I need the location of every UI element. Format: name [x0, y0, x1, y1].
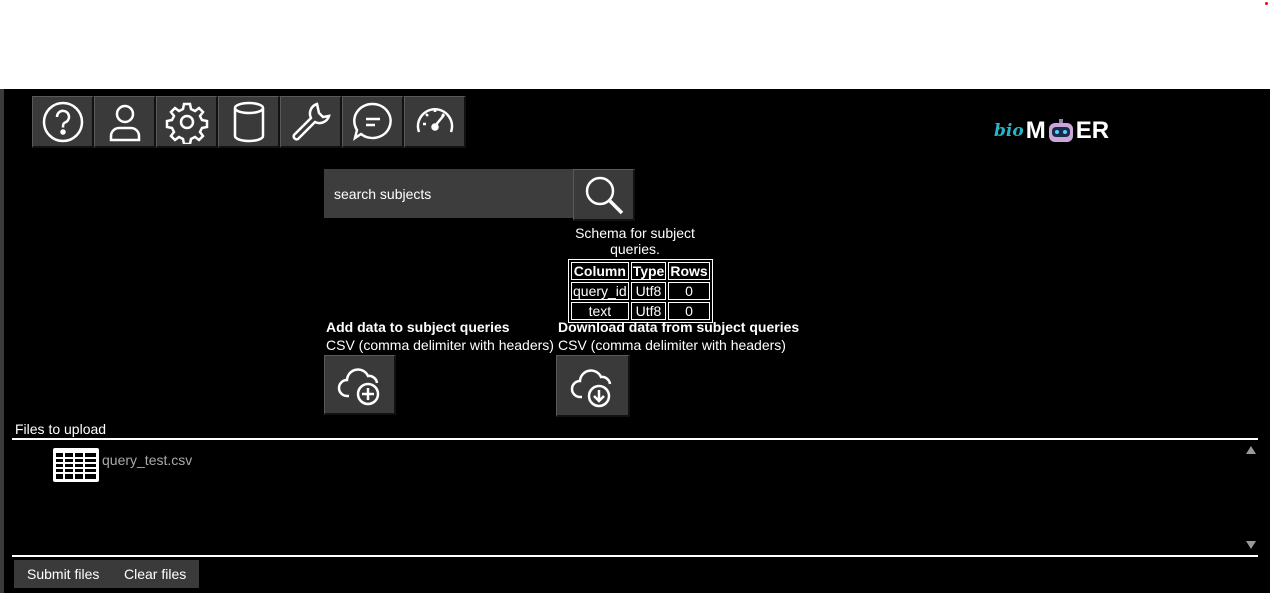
list-item[interactable]: query_test.csv [52, 447, 192, 483]
table-file-icon [53, 448, 99, 482]
gauge-icon [416, 107, 453, 132]
wrench-icon [291, 101, 331, 141]
file-list[interactable]: query_test.csv [12, 438, 1258, 557]
chat-icon [352, 102, 392, 141]
schema-cell: text [571, 302, 629, 320]
table-row: query_id Utf8 0 [571, 282, 710, 300]
toolbar [32, 96, 466, 148]
download-button[interactable] [556, 355, 630, 417]
logo-text-end: ER [1075, 117, 1110, 144]
gear-icon [165, 102, 208, 144]
logo-prefix: bio [994, 121, 1024, 141]
scroll-up-arrow[interactable] [1246, 446, 1256, 454]
table-row: text Utf8 0 [571, 302, 710, 320]
tools-button[interactable] [280, 96, 342, 148]
schema-table: Column Type Rows query_id Utf8 0 text Ut… [568, 259, 713, 323]
add-data-subtitle: CSV (comma delimiter with headers) [326, 337, 554, 353]
download-data-subtitle: CSV (comma delimiter with headers) [558, 337, 786, 353]
cloud-upload-icon [337, 367, 379, 405]
robot-icon [1048, 119, 1073, 142]
add-data-title: Add data to subject queries [326, 319, 510, 335]
submit-files-button[interactable]: Submit files [14, 560, 113, 588]
database-icon [233, 101, 264, 142]
schema-cell: Utf8 [630, 282, 667, 300]
database-button[interactable] [218, 96, 280, 148]
schema-header: Type [630, 262, 667, 280]
download-data-title: Download data from subject queries [558, 319, 800, 335]
upload-button[interactable] [324, 355, 396, 415]
user-button[interactable] [94, 96, 156, 148]
help-icon [42, 101, 83, 142]
files-label: Files to upload [15, 421, 107, 437]
schema-cell: 0 [668, 302, 710, 320]
search-button[interactable] [573, 169, 635, 221]
settings-button[interactable] [156, 96, 218, 148]
schema-caption: Schema for subject queries. [575, 225, 695, 257]
file-name: query_test.csv [102, 452, 193, 468]
status-dot [1265, 2, 1268, 5]
search-bar [324, 169, 635, 221]
schema-header: Column [571, 262, 629, 280]
cloud-download-icon [570, 368, 611, 407]
search-input[interactable] [324, 169, 573, 218]
logo-text-start: M [1025, 117, 1046, 144]
panel-border [0, 89, 4, 593]
schema-header: Rows [668, 262, 710, 280]
schema-cell: query_id [571, 282, 629, 300]
dashboard-button[interactable] [404, 96, 466, 148]
clear-files-button[interactable]: Clear files [111, 560, 200, 588]
chat-button[interactable] [342, 96, 404, 148]
schema-cell: 0 [668, 282, 710, 300]
scroll-down-arrow[interactable] [1246, 541, 1256, 549]
search-icon [585, 176, 623, 214]
biomoter-logo: bio M ER [994, 117, 1109, 145]
app-panel: bio M ER Schema for subject queries. Col… [0, 89, 1270, 593]
schema-cell: Utf8 [630, 302, 667, 320]
user-icon [109, 104, 140, 141]
help-button[interactable] [32, 96, 94, 148]
